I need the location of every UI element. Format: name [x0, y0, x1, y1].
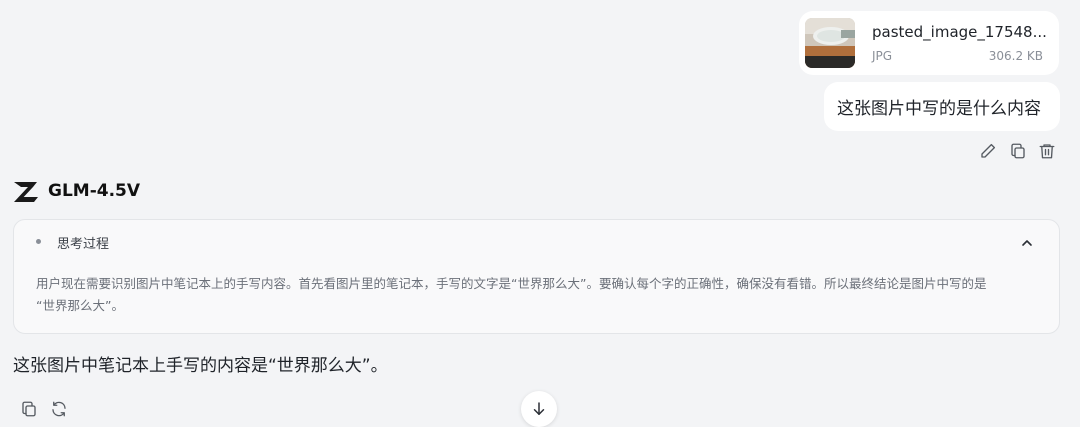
copy-icon — [22, 401, 36, 417]
z-logo-icon — [14, 182, 38, 202]
thinking-title: 思考过程 — [57, 237, 110, 252]
model-name: GLM-4.5V — [48, 181, 141, 201]
attachment-file-type: JPG — [872, 49, 893, 63]
user-message-bubble: 这张图片中写的是什么内容 — [824, 82, 1060, 131]
trash-icon — [1039, 144, 1055, 159]
image-thumbnail[interactable] — [805, 18, 855, 68]
assistant-answer: 这张图片中笔记本上手写的内容是“世界那么大”。 — [13, 356, 388, 376]
copy-icon — [1011, 143, 1025, 159]
attachment-file-name: pasted_image_17548... — [872, 23, 1047, 41]
thinking-content-line: 用户现在需要识别图片中笔记本上的手写内容。首先看图片里的笔记本，手写的文字是“世… — [36, 276, 987, 291]
user-message-text: 这张图片中写的是什么内容 — [837, 99, 1041, 119]
refresh-icon — [52, 401, 66, 417]
edit-icon — [981, 143, 996, 158]
attachment-file-size: 306.2 KB — [988, 49, 1043, 63]
thinking-panel: 思考过程 用户现在需要识别图片中笔记本上的手写内容。首先看图片里的笔记本，手写的… — [13, 219, 1060, 334]
arrow-down-icon — [533, 402, 545, 415]
chevron-up-icon — [1022, 240, 1032, 246]
edit-button[interactable] — [977, 140, 999, 162]
thinking-collapse-button[interactable] — [1019, 235, 1035, 251]
copy-answer-button[interactable] — [18, 398, 40, 420]
attachment-card[interactable]: pasted_image_17548... JPG 306.2 KB — [799, 11, 1059, 75]
delete-button[interactable] — [1036, 140, 1058, 162]
thinking-content: 用户现在需要识别图片中笔记本上的手写内容。首先看图片里的笔记本，手写的文字是“世… — [36, 273, 1041, 317]
scroll-to-bottom-button[interactable] — [521, 391, 557, 427]
bullet-icon — [36, 239, 41, 244]
chat-page: pasted_image_17548... JPG 306.2 KB 这张图片中… — [0, 0, 1080, 427]
thinking-content-line: “世界那么大”。 — [36, 298, 124, 313]
regenerate-button[interactable] — [48, 398, 70, 420]
copy-button[interactable] — [1007, 140, 1029, 162]
